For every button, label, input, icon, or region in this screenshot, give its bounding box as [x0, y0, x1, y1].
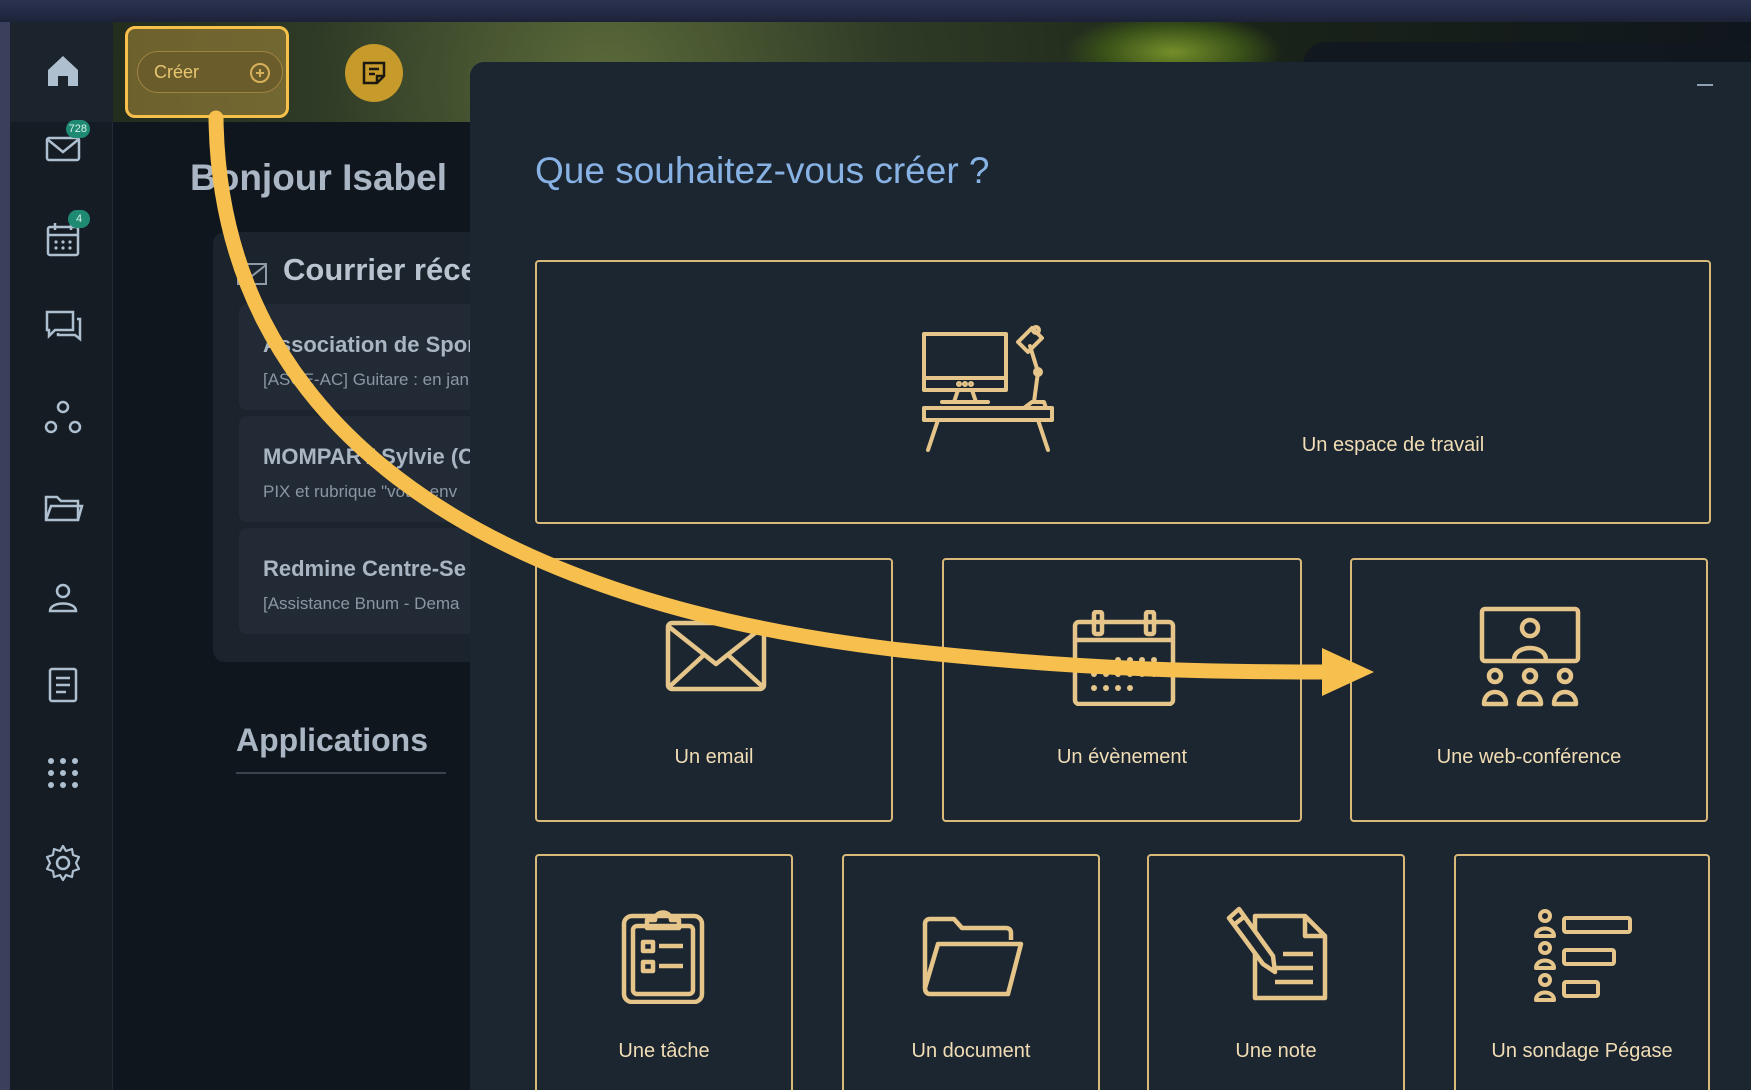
create-workspace-tile[interactable]: Un espace de travail: [535, 260, 1711, 524]
settings-gear-icon[interactable]: [42, 842, 84, 884]
mail-subject: PIX et rubrique "votre env: [263, 482, 458, 501]
calendar-icon[interactable]: 4: [42, 210, 90, 260]
window-top-strip: [0, 0, 1751, 22]
workspace-label: Un espace de travail: [1301, 434, 1485, 456]
plus-circle-icon: [250, 63, 270, 83]
user-icon[interactable]: [42, 577, 84, 619]
folder-icon[interactable]: [42, 487, 84, 529]
create-button-highlight: Créer: [125, 26, 289, 118]
groups-icon[interactable]: [42, 397, 84, 439]
notes-list-icon[interactable]: [42, 664, 84, 706]
home-icon[interactable]: [42, 50, 84, 92]
folder-document-icon: [922, 916, 1024, 998]
webconference-label: Une web-conférence: [1436, 746, 1622, 768]
mail-subject: [ASCE-AC] Guitare : en jan: [263, 370, 469, 389]
survey-label: Un sondage Pégase: [1491, 1040, 1673, 1062]
create-survey-tile[interactable]: Un sondage Pégase: [1454, 854, 1710, 1090]
mail-sender: MOMPART Sylvie (C: [263, 444, 475, 469]
minimize-icon[interactable]: [1697, 84, 1713, 86]
mail-icon[interactable]: 728: [42, 120, 90, 170]
quick-note-button[interactable]: [345, 44, 403, 102]
sidebar: 728 4: [10, 22, 113, 1090]
calendar-event-icon: [1072, 610, 1176, 706]
note-label: Une note: [1235, 1040, 1317, 1062]
email-label: Un email: [674, 746, 754, 768]
create-document-tile[interactable]: Un document: [842, 854, 1100, 1090]
create-note-tile[interactable]: Une note: [1147, 854, 1405, 1090]
modal-title: Que souhaitez-vous créer ?: [535, 150, 990, 191]
event-label: Un évènement: [1056, 746, 1188, 768]
task-label: Une tâche: [618, 1040, 710, 1062]
document-label: Un document: [911, 1040, 1031, 1062]
create-button[interactable]: Créer: [137, 51, 283, 93]
create-modal: Que souhaitez-vous créer ? Un espace de …: [470, 62, 1751, 1090]
create-webconference-tile[interactable]: Une web-conférence: [1350, 558, 1708, 822]
mail-card-envelope-icon: [237, 263, 267, 285]
sticky-note-icon: [362, 61, 386, 85]
app-window: 728 4 Créer Bonjour Isabel Courrier réce…: [10, 22, 1751, 1090]
create-button-label: Créer: [154, 61, 200, 82]
create-event-tile[interactable]: Un évènement: [942, 558, 1302, 822]
recent-mail-card: Courrier réce Association de Spor [ASCE-…: [213, 232, 513, 662]
calendar-badge: 4: [68, 210, 90, 228]
clipboard-task-icon: [621, 904, 705, 1004]
create-email-tile[interactable]: Un email: [535, 558, 893, 822]
webconference-icon: [1479, 606, 1581, 708]
chat-icon[interactable]: [42, 305, 84, 347]
note-pencil-icon: [1225, 906, 1329, 1002]
apps-grid-icon[interactable]: [42, 752, 84, 794]
mail-card-title: Courrier réce: [283, 252, 478, 287]
create-task-tile[interactable]: Une tâche: [535, 854, 793, 1090]
envelope-icon: [665, 620, 767, 692]
mail-sender: Association de Spor: [263, 332, 476, 357]
mail-badge: 728: [65, 120, 90, 138]
applications-divider: [236, 772, 446, 774]
mail-sender: Redmine Centre-Se: [263, 556, 466, 581]
greeting-heading: Bonjour Isabel: [190, 157, 447, 198]
survey-poll-icon: [1534, 908, 1634, 1004]
mail-subject: [Assistance Bnum - Dema: [263, 594, 460, 613]
applications-heading: Applications: [236, 722, 429, 758]
